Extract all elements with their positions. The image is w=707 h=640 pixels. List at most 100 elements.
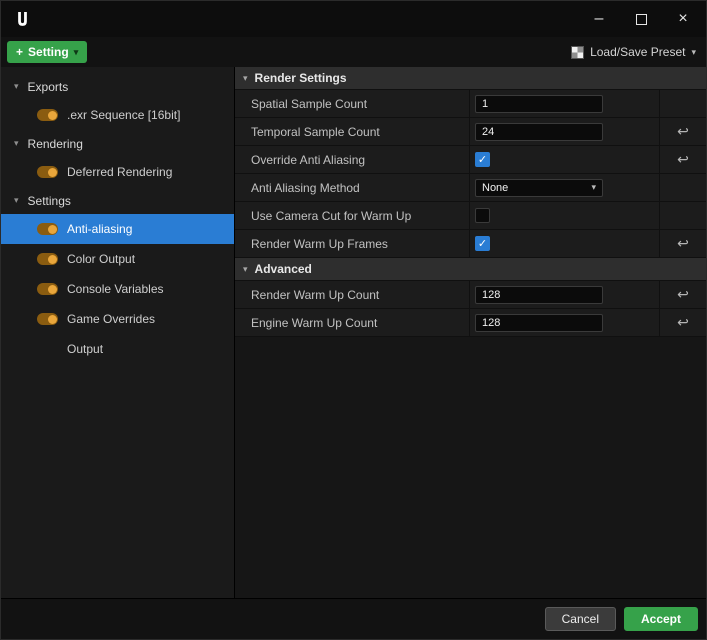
property-label: Render Warm Up Frames <box>235 230 470 257</box>
chevron-down-icon: ▾ <box>14 138 19 148</box>
engine-warm-up-count-input[interactable] <box>475 313 603 332</box>
section-header-render-settings[interactable]: ▾ Render Settings <box>235 67 706 90</box>
maximize-button[interactable] <box>620 3 662 35</box>
property-control <box>470 90 660 117</box>
sidebar-item-console-variables[interactable]: Console Variables <box>1 274 234 304</box>
sidebar-item-color-output[interactable]: Color Output <box>1 244 234 274</box>
property-row-engine-warm-up-count: Engine Warm Up Count ↩ <box>235 309 706 337</box>
dropdown-value: None <box>482 181 509 194</box>
sidebar-item-label: Game Overrides <box>67 312 156 326</box>
sidebar-item-exr-sequence-16bit[interactable]: .exr Sequence [16bit] <box>1 100 234 130</box>
add-setting-button[interactable]: + Setting ▾ <box>7 41 88 63</box>
sidebar-group-rendering[interactable]: ▾ Rendering <box>1 130 234 157</box>
sidebar-item-anti-aliasing[interactable]: Anti-aliasing <box>1 214 234 244</box>
accept-button[interactable]: Accept <box>623 607 698 631</box>
section-label: Advanced <box>254 262 312 276</box>
close-button[interactable]: × <box>662 3 704 35</box>
temporal-sample-count-input[interactable] <box>475 122 603 141</box>
chevron-down-icon: ▾ <box>691 46 696 57</box>
enabled-toggle[interactable] <box>37 313 58 325</box>
enabled-toggle[interactable] <box>37 283 58 295</box>
maximize-icon <box>635 13 647 25</box>
render-warm-up-frames-checkbox[interactable]: ✓ <box>475 236 490 251</box>
property-control <box>470 281 660 308</box>
property-label: Anti Aliasing Method <box>235 174 470 201</box>
reset-cell: ↩ <box>660 118 706 145</box>
sidebar-item-label: Console Variables <box>67 282 164 296</box>
reset-to-default-icon[interactable]: ↩ <box>677 286 689 303</box>
load-save-preset-button[interactable]: Load/Save Preset ▾ <box>571 45 696 59</box>
add-setting-label: Setting <box>28 45 69 59</box>
sidebar-item-game-overrides[interactable]: Game Overrides <box>1 304 234 334</box>
titlebar: – × <box>1 1 706 37</box>
unreal-engine-logo-icon <box>13 10 32 29</box>
reset-cell: ↩ <box>660 230 706 257</box>
sidebar-item-deferred-rendering[interactable]: Deferred Rendering <box>1 157 234 187</box>
render-warm-up-count-input[interactable] <box>475 285 603 304</box>
chevron-down-icon: ▾ <box>14 195 19 205</box>
reset-cell <box>660 174 706 201</box>
property-label: Spatial Sample Count <box>235 90 470 117</box>
property-control: None ▾ <box>470 174 660 201</box>
property-row-render-warm-up-count: Render Warm Up Count ↩ <box>235 281 706 309</box>
chevron-down-icon: ▾ <box>243 263 248 274</box>
property-row-override-anti-aliasing: Override Anti Aliasing ✓ ↩ <box>235 146 706 174</box>
minimize-button[interactable]: – <box>578 3 620 35</box>
property-row-temporal-sample-count: Temporal Sample Count ↩ <box>235 118 706 146</box>
reset-to-default-icon[interactable]: ↩ <box>677 151 689 168</box>
property-control <box>470 202 660 229</box>
chevron-down-icon: ▾ <box>73 46 79 57</box>
property-row-use-camera-cut-for-warm-up: Use Camera Cut for Warm Up <box>235 202 706 230</box>
enabled-toggle[interactable] <box>37 253 58 265</box>
render-settings-window: – × + Setting ▾ Load/Save Preset ▾ ▾ Expo… <box>0 0 707 640</box>
reset-cell <box>660 202 706 229</box>
toolbar: + Setting ▾ Load/Save Preset ▾ <box>1 37 706 67</box>
sidebar-group-settings[interactable]: ▾ Settings <box>1 187 234 214</box>
spatial-sample-count-input[interactable] <box>475 94 603 113</box>
sidebar-item-label: Deferred Rendering <box>67 165 173 179</box>
sidebar-item-label: .exr Sequence [16bit] <box>67 108 181 122</box>
details-panel: ▾ Render Settings Spatial Sample CountTemp… <box>234 67 706 598</box>
property-row-render-warm-up-frames: Render Warm Up Frames ✓ ↩ <box>235 230 706 258</box>
chevron-down-icon: ▾ <box>243 72 248 83</box>
property-label: Override Anti Aliasing <box>235 146 470 173</box>
property-label: Temporal Sample Count <box>235 118 470 145</box>
sidebar-group-label: Rendering <box>27 136 83 151</box>
override-anti-aliasing-checkbox[interactable]: ✓ <box>475 152 490 167</box>
sidebar-group-exports[interactable]: ▾ Exports <box>1 73 234 100</box>
preset-label: Load/Save Preset <box>590 45 686 59</box>
reset-cell: ↩ <box>660 309 706 336</box>
anti-aliasing-method-dropdown[interactable]: None ▾ <box>475 178 603 197</box>
reset-to-default-icon[interactable]: ↩ <box>677 235 689 252</box>
plus-icon: + <box>16 45 24 59</box>
sidebar-item-label: Color Output <box>67 252 136 266</box>
reset-to-default-icon[interactable]: ↩ <box>677 123 689 140</box>
sidebar-group-label: Exports <box>27 79 69 94</box>
sidebar-item-output[interactable]: Output <box>1 334 234 364</box>
reset-to-default-icon[interactable]: ↩ <box>677 314 689 331</box>
content-area: ▾ Exports .exr Sequence [16bit] ▾ Rendering D… <box>1 67 706 598</box>
section-label: Render Settings <box>254 71 347 85</box>
chevron-down-icon: ▾ <box>591 182 596 192</box>
sidebar-group-label: Settings <box>27 193 71 208</box>
section-header-advanced[interactable]: ▾ Advanced <box>235 258 706 281</box>
reset-cell: ↩ <box>660 281 706 308</box>
property-label: Engine Warm Up Count <box>235 309 470 336</box>
footer-bar: Cancel Accept <box>1 598 706 639</box>
enabled-toggle[interactable] <box>37 166 58 178</box>
property-control: ✓ <box>470 230 660 257</box>
sidebar-item-label: Output <box>67 342 104 356</box>
chevron-down-icon: ▾ <box>14 81 19 91</box>
settings-sidebar: ▾ Exports .exr Sequence [16bit] ▾ Rendering D… <box>1 67 234 598</box>
property-control <box>470 118 660 145</box>
sidebar-item-label: Anti-aliasing <box>67 222 133 236</box>
property-row-anti-aliasing-method: Anti Aliasing Method None ▾ <box>235 174 706 202</box>
cancel-button[interactable]: Cancel <box>544 607 616 631</box>
property-control <box>470 309 660 336</box>
preset-checker-icon <box>571 45 585 59</box>
property-row-spatial-sample-count: Spatial Sample Count <box>235 90 706 118</box>
property-control: ✓ <box>470 146 660 173</box>
use-camera-cut-for-warm-up-checkbox[interactable] <box>475 208 490 223</box>
enabled-toggle[interactable] <box>37 223 58 235</box>
enabled-toggle[interactable] <box>37 109 58 121</box>
